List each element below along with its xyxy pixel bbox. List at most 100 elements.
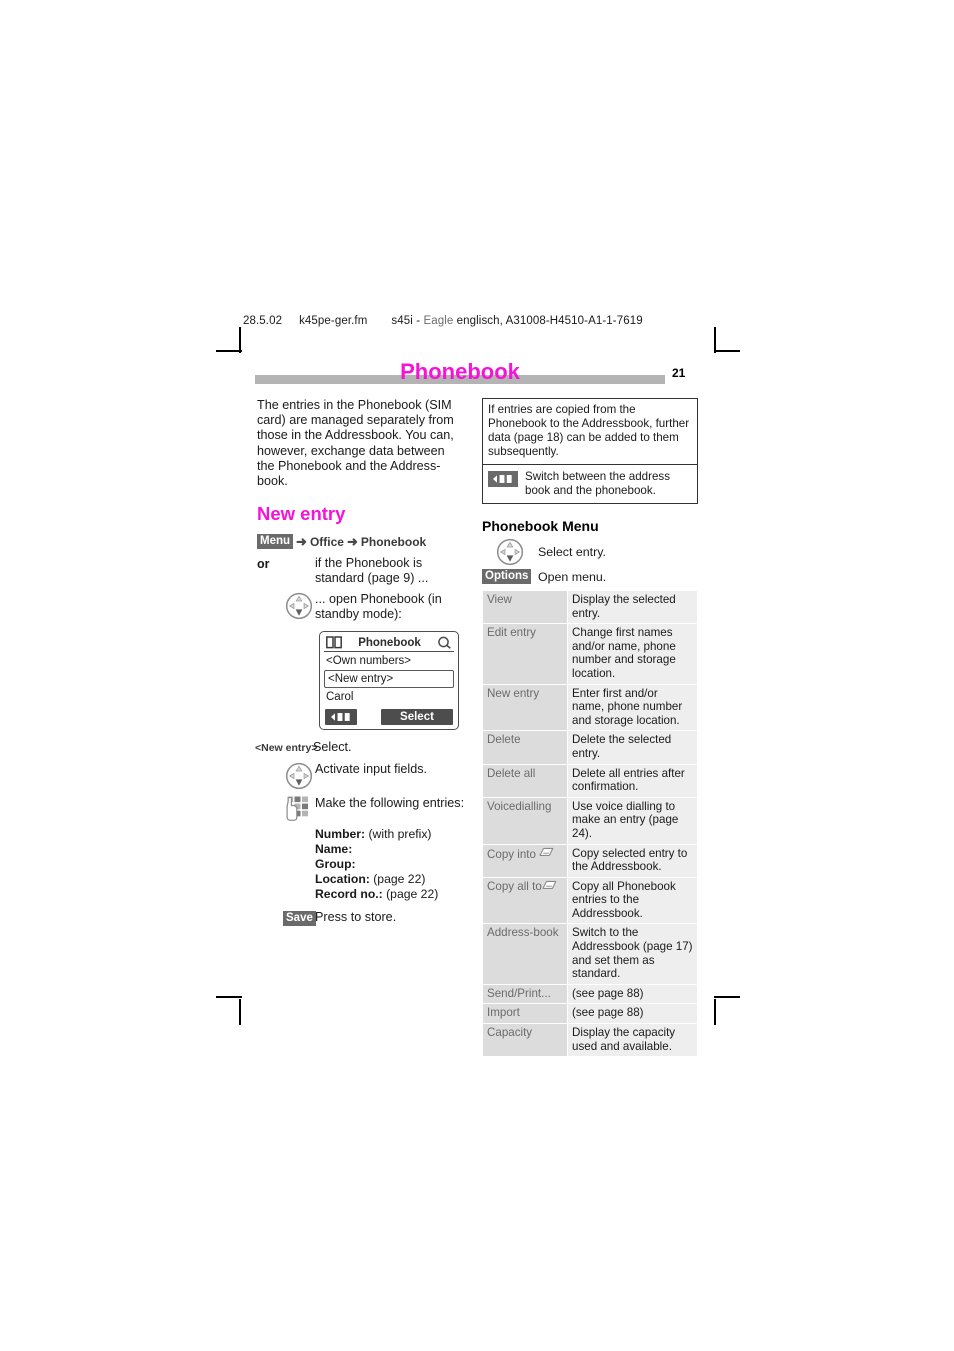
crop-mark-bottom-left-h xyxy=(216,996,242,998)
right-column: If entries are copied from the Phonebook… xyxy=(482,398,698,1058)
menu-item-desc: Switch to the Addressbook (page 17) and … xyxy=(567,923,698,985)
note-icon-row: Switch between the address book and the … xyxy=(483,465,697,503)
table-row[interactable]: Copy all to Copy all Phonebook entries t… xyxy=(482,876,698,925)
field-value: (with prefix) xyxy=(365,826,432,841)
menu-item-label: New entry xyxy=(482,683,568,732)
field-label: Name: xyxy=(315,841,353,856)
entry-fields-list: Number: (with prefix) Name: Group: Locat… xyxy=(315,827,465,902)
menu-item-label: View xyxy=(482,589,568,625)
menu-item-label-cell: Copy into xyxy=(482,843,568,878)
table-row[interactable]: Send/Print... (see page 88) xyxy=(482,983,698,1005)
menu-item-label: Voicedialling xyxy=(482,796,568,845)
header-filename: k45pe-ger.fm xyxy=(299,315,368,327)
arrow-icon-2: ➜ xyxy=(346,533,358,549)
navigation-key-icon[interactable] xyxy=(285,762,313,790)
table-row[interactable]: Delete all Delete all entries after conf… xyxy=(482,763,698,798)
keypad-entries-row: Make the following entries: xyxy=(257,796,465,821)
options-badge-cell: Options xyxy=(482,569,538,584)
table-row[interactable]: Voicedialling Use voice dialling to make… xyxy=(482,796,698,845)
table-row[interactable]: Address-book Switch to the Addressbook (… xyxy=(482,923,698,985)
nav-key-cell-1 xyxy=(257,592,315,620)
field-value: (page 22) xyxy=(382,886,439,901)
swap-book-icon xyxy=(493,473,513,485)
menu-instruction-select: Select entry. xyxy=(482,538,698,566)
table-row[interactable]: Import (see page 88) xyxy=(482,1003,698,1025)
swap-book-icon-badge[interactable] xyxy=(488,471,518,487)
menu-item-desc: (see page 88) xyxy=(567,1003,698,1025)
entry-field-row: Location: (page 22) xyxy=(315,872,465,887)
menu-item-desc: Use voice dialling to make an entry (pag… xyxy=(567,796,698,845)
crop-mark-top-right-h xyxy=(714,350,740,352)
entry-field-row: Name: xyxy=(315,842,465,857)
arrow-icon-1: ➜ xyxy=(296,533,307,549)
menu-item-label: Import xyxy=(482,1003,568,1025)
breadcrumb-office[interactable]: Office xyxy=(310,535,344,549)
left-column: The entries in the Phonebook (SIM card) … xyxy=(255,398,465,928)
mock-line-own-numbers[interactable]: <Own numbers> xyxy=(324,652,454,668)
nav-key-cell-2 xyxy=(257,762,315,790)
table-row[interactable]: Capacity Display the capacity used and a… xyxy=(482,1023,698,1058)
crop-mark-bottom-right-v xyxy=(714,999,716,1025)
menu-item-label: Copy all to xyxy=(487,879,542,893)
menu-item-label: Delete xyxy=(482,730,568,765)
activate-fields-row: Activate input fields. xyxy=(257,762,465,790)
book-icon xyxy=(326,636,342,649)
menu-item-label: Edit entry xyxy=(482,623,568,685)
menu-item-label: Capacity xyxy=(482,1023,568,1058)
save-row-text: Press to store. xyxy=(315,909,397,924)
header-product: s45i - xyxy=(391,315,424,327)
table-row[interactable]: Edit entry Change first names and/or nam… xyxy=(482,623,698,685)
or-text: if the Phonebook is standard (page 9) ..… xyxy=(315,555,429,585)
navigation-key-icon[interactable] xyxy=(496,538,524,566)
header-codename: Eagle xyxy=(423,315,454,327)
menu-instruction-select-text: Select entry. xyxy=(538,545,606,559)
keypad-entries-text: Make the following entries: xyxy=(315,795,465,810)
menu-item-desc: Display the capacity used and available. xyxy=(567,1023,698,1058)
menu-item-desc: Copy selected entry to the Addressbook. xyxy=(567,843,698,878)
new-entry-label: <New entry> xyxy=(255,742,318,755)
table-row[interactable]: Delete Delete the selected entry. xyxy=(482,730,698,765)
menu-key-badge[interactable]: Menu xyxy=(257,534,294,550)
entry-field-row: Group: xyxy=(315,857,465,872)
note-box: If entries are copied from the Phonebook… xyxy=(482,398,698,504)
mock-line-carol[interactable]: Carol xyxy=(324,688,454,704)
menu-item-desc: (see page 88) xyxy=(567,983,698,1005)
field-label: Number: xyxy=(315,826,366,841)
header-doc-ref: englisch, A31008-H4510-A1-1-7619 xyxy=(453,315,643,327)
mock-softkey-row: Select xyxy=(324,709,454,726)
mock-softkey-select[interactable]: Select xyxy=(381,709,453,726)
open-phonebook-text: ... open Phonebook (in standby mode): xyxy=(315,591,442,622)
select-entry-text: Select. xyxy=(313,740,352,755)
page-title: Phonebook xyxy=(400,359,520,384)
mock-title: Phonebook xyxy=(358,636,421,649)
crop-mark-bottom-left-v xyxy=(239,999,241,1025)
activate-fields-text: Activate input fields. xyxy=(315,761,428,776)
or-row: or if the Phonebook is standard (page 9)… xyxy=(257,556,465,586)
mock-title-bar: Phonebook xyxy=(324,635,454,653)
navigation-key-icon[interactable] xyxy=(285,592,313,620)
addressbook-card-icon xyxy=(539,847,554,856)
menu-instruction-options-text: Open menu. xyxy=(538,569,607,584)
save-row: Save Press to store. xyxy=(257,910,465,928)
crop-mark-bottom-right-h xyxy=(714,996,740,998)
menu-item-label-cell: Copy all to xyxy=(482,876,568,925)
mock-softkey-swap[interactable] xyxy=(325,709,357,726)
addressbook-card-icon xyxy=(542,880,557,889)
menu-item-desc: Enter first and/or name, phone number an… xyxy=(567,683,698,732)
open-phonebook-row: ... open Phonebook (in standby mode): xyxy=(257,592,465,622)
swap-book-icon xyxy=(331,712,351,723)
table-row[interactable]: Copy into Copy selected entry to the Add… xyxy=(482,843,698,878)
page-number: 21 xyxy=(672,366,686,380)
table-row[interactable]: New entry Enter first and/or name, phone… xyxy=(482,683,698,732)
menu-item-label: Send/Print... xyxy=(482,983,568,1005)
options-key-badge[interactable]: Options xyxy=(482,569,532,584)
document-header-line: 28.5.02 k45pe-ger.fm s45i - Eagle englisch… xyxy=(243,315,643,327)
save-key-badge[interactable]: Save xyxy=(283,910,316,926)
menu-item-desc: Delete the selected entry. xyxy=(567,730,698,765)
section-heading-new-entry: New entry xyxy=(257,503,346,525)
mock-line-new-entry[interactable]: <New entry> xyxy=(324,670,454,689)
table-row[interactable]: View Display the selected entry. xyxy=(482,589,698,625)
phonebook-menu-table: View Display the selected entry. Edit en… xyxy=(482,589,698,1058)
keypad-hand-icon[interactable] xyxy=(285,796,311,821)
breadcrumb-phonebook[interactable]: Phonebook xyxy=(361,535,426,549)
